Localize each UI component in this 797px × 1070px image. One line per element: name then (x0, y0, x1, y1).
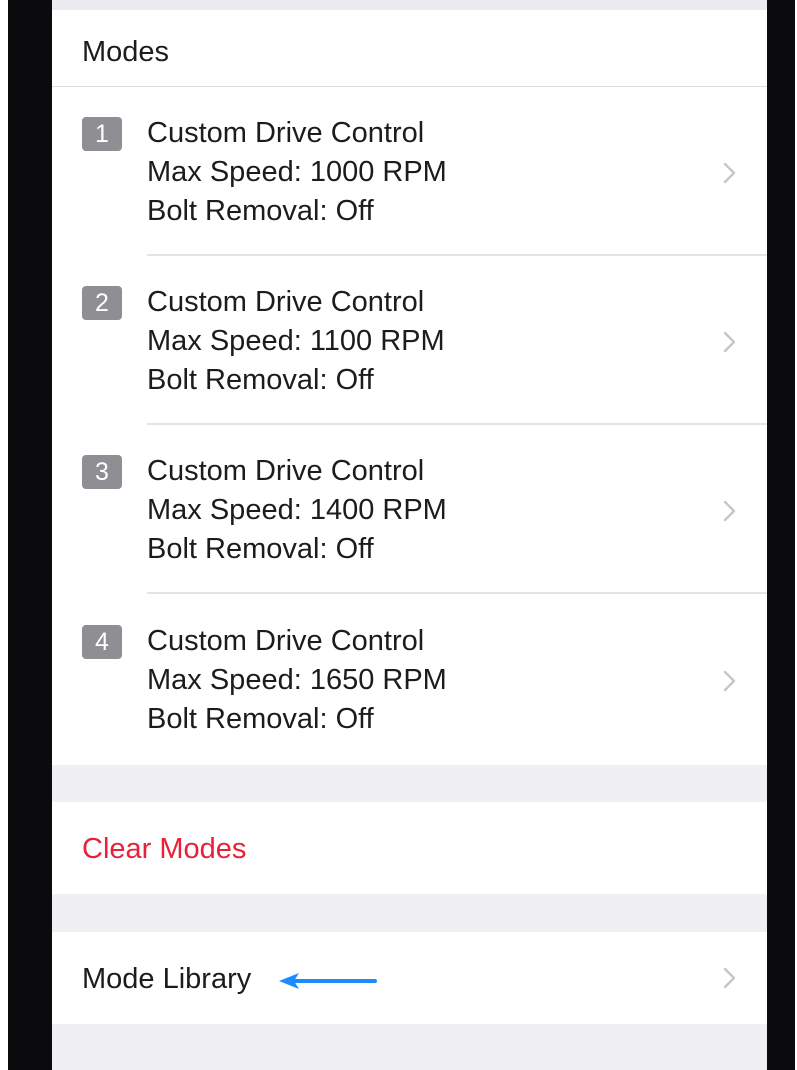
chevron-right-icon (723, 162, 736, 184)
chevron-right-icon (723, 670, 736, 692)
arrow-left-icon (279, 973, 377, 989)
mode-name: Custom Drive Control (147, 625, 425, 657)
mode-max-speed: Max Speed: 1650 RPM (147, 664, 447, 696)
chevron-right-icon (723, 967, 736, 989)
mode-row-2[interactable]: 2 Custom Drive Control Max Speed: 1100 R… (52, 256, 767, 425)
modes-screen: Modes 1 Custom Drive Control Max Speed: … (52, 0, 767, 1070)
mode-library-label: Mode Library (82, 963, 252, 995)
clear-modes-label: Clear Modes (82, 833, 247, 865)
device-bezel-left (8, 0, 52, 1070)
page-title: Modes (82, 36, 170, 68)
top-separator-strip (52, 0, 767, 10)
mode-number-badge: 1 (82, 117, 122, 151)
mode-library-row[interactable]: Mode Library (52, 932, 767, 1024)
mode-bolt-removal: Bolt Removal: Off (147, 533, 374, 565)
device-bezel-right (767, 0, 795, 1070)
mode-max-speed: Max Speed: 1100 RPM (147, 325, 445, 357)
mode-row-3[interactable]: 3 Custom Drive Control Max Speed: 1400 R… (52, 425, 767, 594)
screenshot-margin-left (0, 0, 8, 1070)
mode-max-speed: Max Speed: 1400 RPM (147, 494, 447, 526)
chevron-right-icon (723, 500, 736, 522)
mode-number-badge: 4 (82, 625, 122, 659)
mode-row-4[interactable]: 4 Custom Drive Control Max Speed: 1650 R… (52, 595, 767, 764)
mode-bolt-removal: Bolt Removal: Off (147, 703, 374, 735)
clear-modes-button[interactable]: Clear Modes (52, 802, 767, 894)
chevron-right-icon (723, 331, 736, 353)
mode-number-badge: 3 (82, 455, 122, 489)
mode-bolt-removal: Bolt Removal: Off (147, 364, 374, 396)
mode-name: Custom Drive Control (147, 286, 425, 318)
modes-section-header: Modes (52, 10, 767, 87)
mode-list: 1 Custom Drive Control Max Speed: 1000 R… (52, 87, 767, 765)
mode-name: Custom Drive Control (147, 117, 425, 149)
mode-max-speed: Max Speed: 1000 RPM (147, 156, 447, 188)
mode-name: Custom Drive Control (147, 455, 425, 487)
row-divider (147, 592, 767, 594)
mode-number-badge: 2 (82, 286, 122, 320)
mode-row-1[interactable]: 1 Custom Drive Control Max Speed: 1000 R… (52, 87, 767, 256)
mode-bolt-removal: Bolt Removal: Off (147, 195, 374, 227)
